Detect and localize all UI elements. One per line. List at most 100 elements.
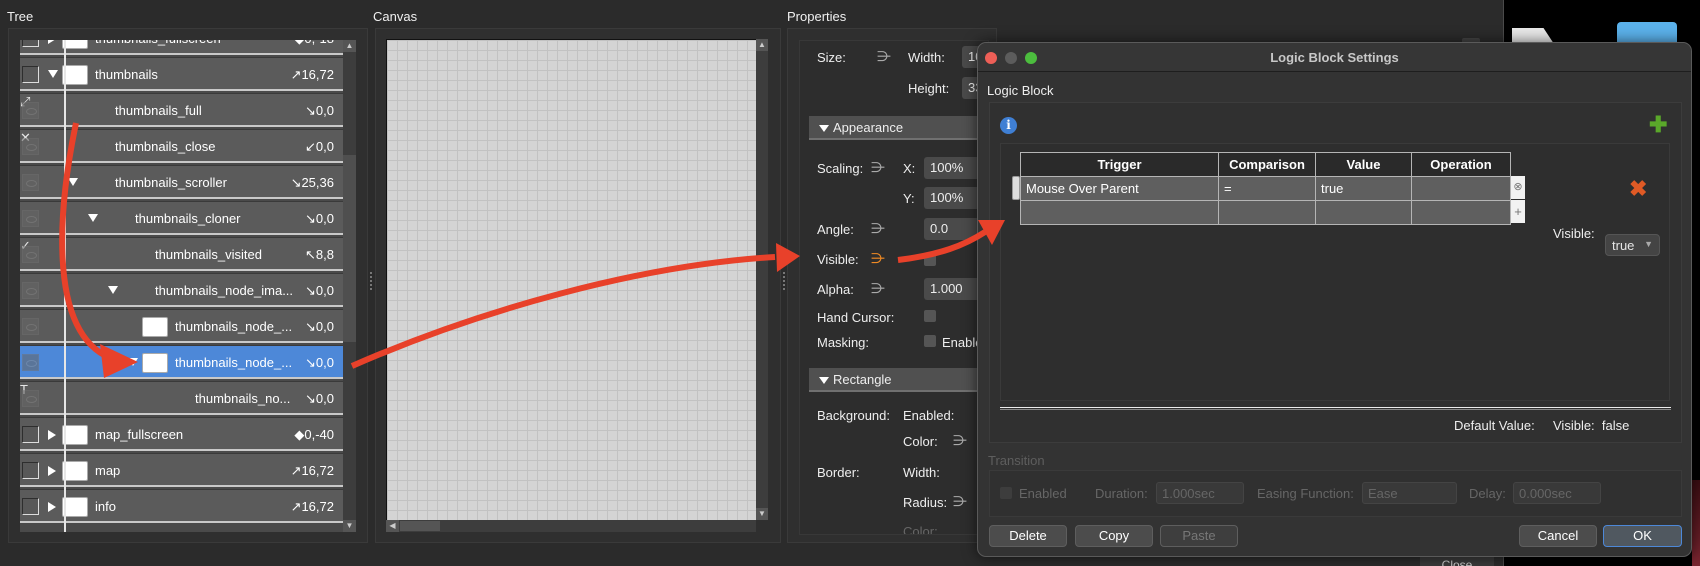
eye-icon[interactable]	[22, 174, 39, 191]
operation-cell[interactable]	[1411, 200, 1511, 225]
appearance-section-header[interactable]: Appearance	[809, 116, 999, 140]
tree-row-position: ↗16,72	[290, 499, 334, 514]
ok-button[interactable]: OK	[1603, 525, 1682, 547]
value-cell[interactable]	[1315, 200, 1412, 225]
eye-icon[interactable]	[22, 138, 39, 155]
eye-icon[interactable]	[22, 390, 39, 407]
cancel-button[interactable]: Cancel	[1519, 525, 1597, 547]
column-header-comparison[interactable]: Comparison	[1218, 152, 1316, 177]
row-drag-handle[interactable]	[1012, 176, 1020, 200]
logic-link-icon-active[interactable]: ⋲	[871, 250, 885, 267]
collapse-triangle-icon[interactable]	[68, 178, 78, 186]
column-header-value[interactable]: Value	[1315, 152, 1412, 177]
scroll-down-icon[interactable]: ▼	[756, 508, 768, 520]
separator	[1000, 407, 1671, 410]
link-icon[interactable]: ⋲	[871, 220, 885, 237]
tree-row-label: thumbnails_visited	[155, 247, 262, 262]
scroll-thumb[interactable]	[343, 155, 356, 342]
tree-row[interactable]: info ↗16,72	[20, 489, 343, 523]
expand-triangle-icon[interactable]	[48, 502, 56, 512]
column-header-operation[interactable]: Operation	[1411, 152, 1511, 177]
tree-row[interactable]: map ↗16,72	[20, 453, 343, 487]
trigger-cell[interactable]: Mouse Over Parent	[1020, 176, 1219, 201]
delete-button[interactable]: Delete	[989, 525, 1067, 547]
collapse-triangle-icon[interactable]	[128, 358, 138, 366]
scroll-up-icon[interactable]: ▲	[343, 40, 356, 52]
splitter-handle[interactable]	[783, 272, 785, 290]
add-row-icon[interactable]: +	[1511, 200, 1525, 223]
tree-row[interactable]: thumbnails_node_ima... ↘0,0	[20, 273, 343, 307]
tree-row-selected[interactable]: thumbnails_node_... ↘0,0	[20, 345, 343, 379]
link-icon[interactable]: ⋲	[871, 159, 885, 176]
link-icon[interactable]: ⋲	[953, 493, 967, 510]
rectangle-section-header[interactable]: Rectangle	[809, 368, 999, 392]
easing-select[interactable]: Ease	[1362, 482, 1457, 504]
masking-checkbox[interactable]	[924, 335, 936, 347]
column-header-trigger[interactable]: Trigger	[1020, 152, 1219, 177]
delete-logic-icon[interactable]: ✖	[1629, 176, 1647, 202]
eye-icon[interactable]	[22, 246, 39, 263]
visibility-checkbox[interactable]	[22, 66, 39, 83]
visibility-checkbox[interactable]	[22, 462, 39, 479]
delay-field[interactable]: 0.000sec	[1513, 482, 1601, 504]
tree-row[interactable]: map_fullscreen ◆0,-40	[20, 417, 343, 451]
hscroll-thumb[interactable]	[400, 521, 440, 531]
visible-checkbox[interactable]	[924, 254, 936, 266]
transition-enabled-checkbox[interactable]	[1000, 487, 1012, 499]
canvas-hscrollbar[interactable]: ◀	[386, 520, 756, 532]
info-icon[interactable]: i	[1000, 117, 1017, 134]
tree-row-position: ↘0,0	[305, 391, 334, 406]
add-condition-icon[interactable]: ✚	[1649, 114, 1667, 136]
expand-triangle-icon[interactable]	[48, 466, 56, 476]
eye-icon[interactable]	[22, 102, 39, 119]
scaling-label: Scaling:	[817, 161, 864, 176]
tree-list[interactable]: thumbnails_fullscreen ◆0,-18 thumbnails ↗16…	[20, 40, 343, 532]
duration-field[interactable]: 1.000sec	[1156, 482, 1244, 504]
trigger-cell[interactable]	[1020, 200, 1219, 225]
tree-row[interactable]: thumbnails ↗16,72	[20, 57, 343, 91]
expand-triangle-icon[interactable]	[48, 40, 56, 44]
visible-result-dropdown[interactable]: true ▼	[1605, 234, 1660, 256]
tree-row[interactable]: thumbnails_cloner ↘0,0	[20, 201, 343, 235]
tree-row[interactable]: ✓thumbnails_visited↖8,8	[20, 237, 343, 271]
copy-button[interactable]: Copy	[1075, 525, 1153, 547]
tree-row[interactable]: thumbnails_fullscreen ◆0,-18	[20, 40, 343, 55]
tree-scrollbar[interactable]: ▲ ▼	[343, 40, 356, 532]
dialog-titlebar[interactable]: Logic Block Settings	[978, 43, 1691, 72]
visibility-checkbox[interactable]	[22, 426, 39, 443]
link-icon[interactable]: ⋲	[953, 432, 967, 449]
value-cell[interactable]: true	[1315, 176, 1412, 201]
scroll-up-icon[interactable]: ▲	[756, 39, 768, 51]
expand-triangle-icon[interactable]	[48, 430, 56, 440]
canvas-vscrollbar[interactable]: ▲ ▼	[756, 39, 768, 520]
hand-cursor-checkbox[interactable]	[924, 310, 936, 322]
collapse-triangle-icon[interactable]	[88, 214, 98, 222]
table-row-empty[interactable]	[1020, 200, 1511, 225]
tree-row[interactable]: thumbnails_node_... ↘0,0	[20, 309, 343, 343]
scroll-down-icon[interactable]: ▼	[343, 520, 356, 532]
eye-icon[interactable]	[22, 282, 39, 299]
comparison-cell[interactable]	[1218, 200, 1316, 225]
tree-row[interactable]: ⤢thumbnails_full↘0,0	[20, 93, 343, 127]
link-icon[interactable]: ⋲	[877, 48, 891, 65]
table-row[interactable]: Mouse Over Parent = true	[1020, 176, 1511, 201]
scroll-left-icon[interactable]: ◀	[386, 520, 399, 532]
canvas-area[interactable]	[386, 39, 756, 520]
tree-row[interactable]: thumbnails_scroller ↘25,36	[20, 165, 343, 199]
tree-row[interactable]: ✕thumbnails_close↙0,0	[20, 129, 343, 163]
operation-cell[interactable]	[1411, 176, 1511, 201]
link-icon[interactable]: ⋲	[871, 280, 885, 297]
remove-row-icon[interactable]: ⊗	[1511, 176, 1525, 199]
collapse-triangle-icon[interactable]	[108, 286, 118, 294]
visibility-checkbox[interactable]	[22, 498, 39, 515]
comparison-cell[interactable]: =	[1218, 176, 1316, 201]
collapse-triangle-icon[interactable]	[48, 70, 58, 78]
paste-button[interactable]: Paste	[1160, 525, 1238, 547]
logic-block-label: Logic Block	[987, 83, 1054, 98]
visibility-checkbox[interactable]	[22, 40, 39, 47]
splitter-handle[interactable]	[370, 272, 372, 290]
eye-icon[interactable]	[22, 354, 39, 371]
eye-icon[interactable]	[22, 318, 39, 335]
eye-icon[interactable]	[22, 210, 39, 227]
tree-row[interactable]: Tthumbnails_no...↘0,0	[20, 381, 343, 415]
